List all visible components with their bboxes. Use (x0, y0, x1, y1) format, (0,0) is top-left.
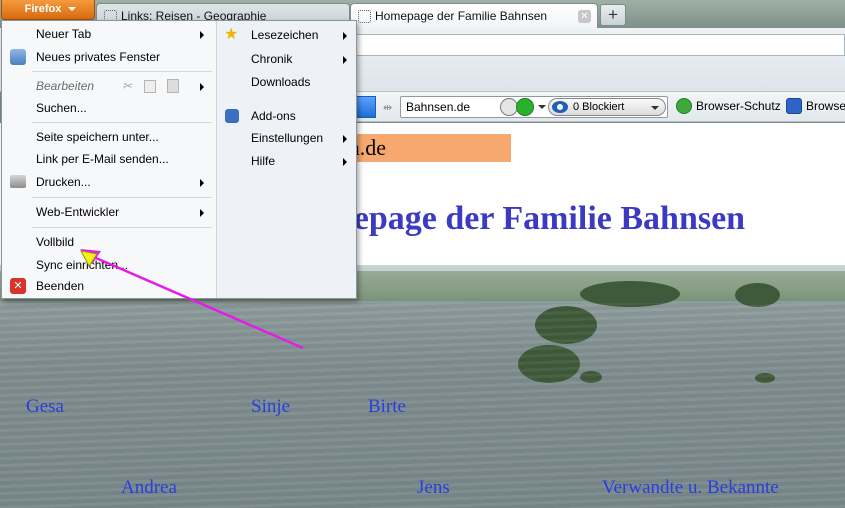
firefox-menu-button[interactable]: Firefox (1, 0, 95, 20)
new-tab-button[interactable]: + (600, 4, 626, 26)
menu-item-help[interactable]: Hilfe (217, 150, 356, 172)
search-input[interactable]: Bahnsen.de 0 Blockiert (400, 96, 668, 118)
submenu-arrow-icon (200, 179, 204, 187)
menu-item-history[interactable]: Chronik (217, 48, 356, 70)
menu-item-label: Sync einrichten... (36, 258, 129, 272)
search-tools: 0 Blockiert (488, 98, 668, 116)
link-jens[interactable]: Jens (417, 477, 450, 499)
domain-banner: Bahnsen.de (284, 134, 511, 162)
menu-item-label: Seite speichern unter... (36, 130, 159, 144)
exit-icon: ✕ (10, 278, 26, 294)
menu-item-label: Drucken... (36, 175, 91, 189)
check-icon[interactable] (516, 98, 534, 116)
menu-item-label: Beenden (36, 279, 85, 293)
menu-item-private-window[interactable]: Neues privates Fenster (2, 46, 216, 68)
chevron-down-icon (651, 106, 659, 110)
link-andrea[interactable]: Andrea (121, 477, 177, 499)
lock-icon (786, 98, 802, 114)
submenu-arrow-icon (343, 135, 347, 143)
menu-item-label: Downloads (251, 75, 311, 89)
menu-item-label: Neuer Tab (36, 27, 92, 41)
link-sinje[interactable]: Sinje (251, 396, 290, 418)
menu-item-find[interactable]: Suchen... (2, 97, 216, 119)
menu-item-web-developer[interactable]: Web-Entwickler (2, 201, 216, 223)
browser-protection-button[interactable]: Browser-Schutz (676, 98, 781, 114)
menu-item-label: Suchen... (36, 101, 87, 115)
menu-left-column: Neuer Tab Neues privates Fenster Bearbei… (2, 21, 216, 298)
firefox-button-label: Firefox (24, 3, 62, 15)
menu-separator (32, 227, 212, 228)
tracker-block-dropdown[interactable]: 0 Blockiert (548, 98, 666, 116)
menu-item-label: Web-Entwickler (36, 205, 120, 219)
menu-separator (32, 197, 212, 198)
browse-label: Browse (806, 99, 845, 113)
submenu-arrow-icon (200, 83, 204, 91)
private-window-icon (10, 49, 26, 65)
close-icon[interactable]: ✕ (578, 10, 591, 23)
menu-item-print[interactable]: Drucken... (2, 171, 216, 193)
eye-icon (552, 101, 568, 113)
link-gesa[interactable]: Gesa (26, 396, 64, 418)
menu-item-save-page[interactable]: Seite speichern unter... (2, 126, 216, 148)
menu-item-fullscreen[interactable]: Vollbild (2, 231, 216, 253)
firefox-app-menu: Neuer Tab Neues privates Fenster Bearbei… (1, 20, 357, 299)
search-toolbar: ⇹ Bahnsen.de 0 Blockiert Browser-Schutz … (356, 92, 845, 122)
browse-button[interactable]: Browse (786, 98, 845, 114)
menu-right-column: ★ Lesezeichen Chronik Downloads Add-ons … (216, 21, 356, 298)
printer-icon (10, 175, 26, 188)
menu-item-settings[interactable]: Einstellungen (217, 127, 356, 149)
copy-icon (144, 80, 156, 93)
menu-item-bookmarks[interactable]: ★ Lesezeichen (217, 24, 356, 46)
menu-item-new-tab[interactable]: Neuer Tab (2, 23, 216, 45)
cut-icon: ✂ (122, 79, 133, 93)
link-birte[interactable]: Birte (368, 396, 406, 418)
menu-item-label: Neues privates Fenster (36, 50, 161, 64)
menu-item-email-link[interactable]: Link per E-Mail senden... (2, 148, 216, 170)
tab-label: Homepage der Familie Bahnsen (375, 9, 548, 23)
shield-check-icon (676, 98, 692, 114)
search-go-button[interactable] (356, 96, 376, 118)
menu-item-quit[interactable]: ✕ Beenden (2, 275, 216, 297)
menu-item-addons[interactable]: Add-ons (217, 105, 356, 127)
menu-item-sync-setup[interactable]: Sync einrichten... (2, 254, 216, 276)
menu-item-label: Chronik (251, 52, 293, 66)
browser-protection-label: Browser-Schutz (696, 99, 781, 113)
plus-icon: + (608, 5, 618, 24)
url-bar[interactable] (356, 34, 845, 56)
menu-separator (32, 71, 212, 72)
chevron-down-icon[interactable] (538, 105, 546, 109)
chevron-down-icon (68, 7, 76, 11)
menu-item-label: Einstellungen (251, 131, 324, 145)
search-value: Bahnsen.de (406, 100, 471, 114)
menu-item-label: Bearbeiten (36, 79, 95, 93)
page-icon (358, 10, 371, 23)
menu-item-label: Vollbild (36, 235, 75, 249)
menu-item-label: Add-ons (251, 109, 296, 123)
tab-homepage-bahnsen[interactable]: Homepage der Familie Bahnsen ✕ (350, 3, 598, 28)
submenu-arrow-icon (343, 56, 347, 64)
blocked-count: 0 Blockiert (573, 101, 625, 113)
submenu-arrow-icon (343, 158, 347, 166)
link-verwandte-bekannte[interactable]: Verwandte u. Bekannte (602, 477, 779, 499)
menu-item-label: Lesezeichen (251, 28, 319, 42)
submenu-arrow-icon (200, 209, 204, 217)
submenu-arrow-icon (343, 32, 347, 40)
menu-separator (32, 122, 212, 123)
submenu-arrow-icon (200, 31, 204, 39)
menu-item-label: Link per E-Mail senden... (36, 152, 169, 166)
menu-item-downloads[interactable]: Downloads (217, 71, 356, 93)
toolbar-grip-icon[interactable]: ⇹ (383, 101, 392, 114)
puzzle-icon (225, 109, 239, 123)
menu-item-label: Hilfe (251, 154, 276, 168)
menu-item-edit[interactable]: Bearbeiten ✂ (2, 75, 216, 97)
paste-icon (167, 79, 179, 93)
star-icon: ★ (224, 26, 239, 43)
